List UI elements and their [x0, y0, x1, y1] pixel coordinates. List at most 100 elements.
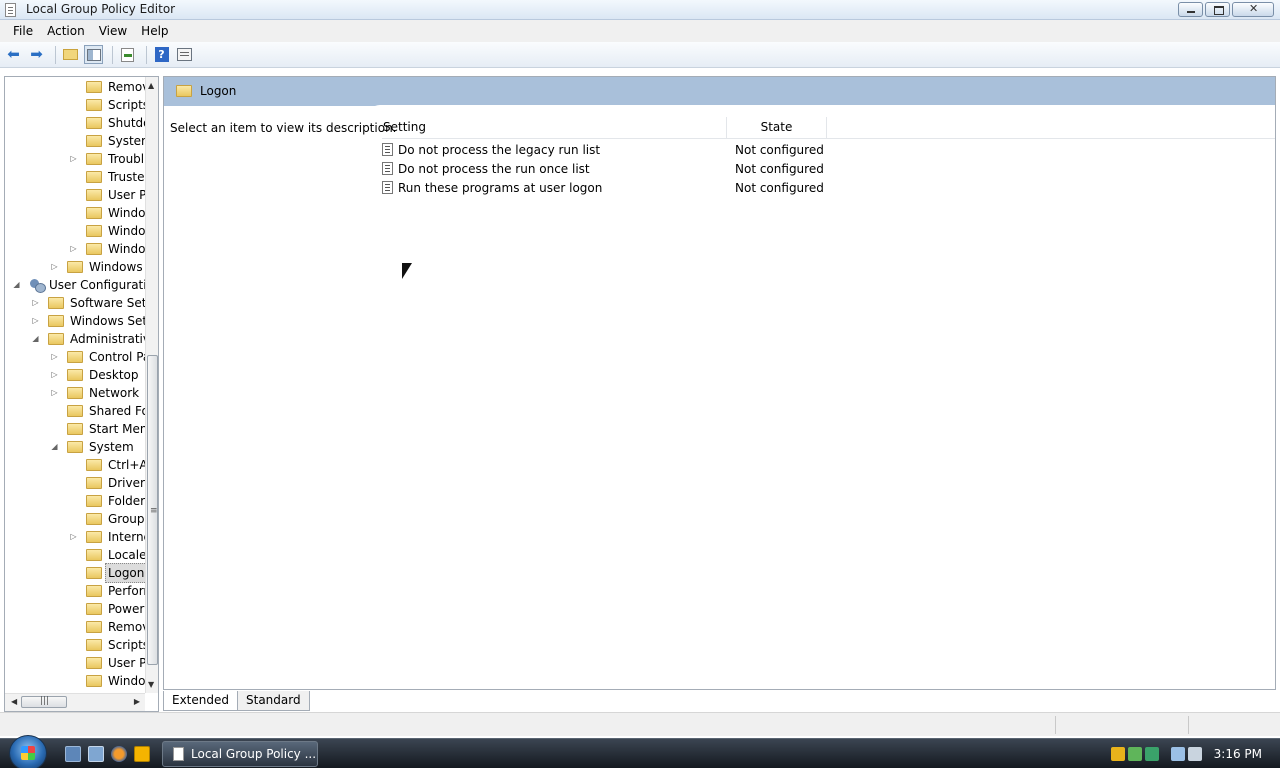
- menu-file[interactable]: File: [6, 20, 40, 42]
- close-button[interactable]: [1232, 2, 1274, 17]
- taskbar-window-label: Local Group Policy ...: [191, 747, 317, 761]
- back-button[interactable]: ⬅: [4, 45, 23, 64]
- tree-node[interactable]: ▷ Network: [51, 384, 139, 402]
- menu-view[interactable]: View: [92, 20, 134, 42]
- tree-node[interactable]: Remov: [86, 618, 145, 636]
- tree-node[interactable]: ▷ Software Setti: [32, 294, 145, 312]
- network-status-icon[interactable]: [1127, 747, 1142, 761]
- expand-arrow-icon[interactable]: ▷: [69, 532, 78, 541]
- scroll-down-arrow-icon[interactable]: ▼: [148, 680, 154, 689]
- tree-node[interactable]: Scripts: [86, 96, 145, 114]
- expand-arrow-icon[interactable]: ▷: [69, 154, 78, 163]
- properties-button[interactable]: [175, 45, 194, 64]
- display-icon[interactable]: [1170, 747, 1185, 761]
- tree-node[interactable]: Remov: [86, 78, 145, 96]
- menu-help[interactable]: Help: [134, 20, 175, 42]
- tree-node[interactable]: Driver I: [86, 474, 145, 492]
- tree-node[interactable]: Windo: [86, 222, 145, 240]
- export-list-button[interactable]: [118, 45, 137, 64]
- tree-node[interactable]: Power: [86, 600, 144, 618]
- policy-setting-icon: [382, 162, 393, 175]
- tab-standard[interactable]: Standard: [237, 691, 310, 711]
- tree-vertical-scrollbar[interactable]: ▲ ≡ ▼: [145, 77, 158, 693]
- tree-node[interactable]: Shutdo: [86, 114, 145, 132]
- tree-node[interactable]: Scripts: [86, 636, 145, 654]
- tree-node[interactable]: ◢ System: [51, 438, 133, 456]
- folder-icon: [176, 85, 192, 97]
- tree-node[interactable]: Perforn: [86, 582, 145, 600]
- expand-arrow-icon[interactable]: ▷: [50, 352, 59, 361]
- clock[interactable]: 3:16 PM: [1214, 747, 1262, 761]
- tree-node[interactable]: Windo: [86, 672, 145, 690]
- tree-node[interactable]: System: [86, 132, 145, 150]
- tree-horizontal-scrollbar[interactable]: ◀ ||| ▶: [5, 693, 145, 711]
- switch-windows-icon[interactable]: [88, 746, 104, 762]
- description-text: Select an item to view its description.: [170, 121, 397, 135]
- expand-arrow-icon[interactable]: ▷: [69, 244, 78, 253]
- taskbar: Local Group Policy ... 3:16 PM: [0, 735, 1280, 768]
- expand-arrow-icon[interactable]: ▷: [50, 370, 59, 379]
- tree-vscroll-thumb[interactable]: ≡: [147, 355, 158, 665]
- tree-node[interactable]: Logon: [86, 563, 145, 583]
- show-desktop-icon[interactable]: [65, 746, 81, 762]
- expand-arrow-icon[interactable]: ▷: [50, 388, 59, 397]
- help-button[interactable]: ?: [152, 45, 171, 64]
- tree-node[interactable]: Ctrl+A: [86, 456, 145, 474]
- expand-arrow-icon[interactable]: ▷: [31, 298, 40, 307]
- minimize-button[interactable]: [1178, 2, 1203, 17]
- tray-app-icon[interactable]: [1144, 747, 1159, 761]
- firefox-icon[interactable]: [111, 746, 127, 762]
- folder-icon: [67, 405, 83, 417]
- expand-arrow-icon[interactable]: ▷: [31, 316, 40, 325]
- volume-muted-icon[interactable]: [1187, 747, 1202, 761]
- tree-node[interactable]: Start Menu: [67, 420, 145, 438]
- menu-action[interactable]: Action: [40, 20, 92, 42]
- tree-node[interactable]: Group: [86, 510, 145, 528]
- scroll-right-arrow-icon[interactable]: ▶: [134, 697, 140, 706]
- tree-node[interactable]: ▷ Control Pa: [51, 348, 145, 366]
- show-hide-tree-button[interactable]: [84, 45, 103, 64]
- column-header-setting[interactable]: Setting: [382, 117, 727, 138]
- column-header-state[interactable]: State: [727, 117, 827, 138]
- tree-node[interactable]: ◢ User Configuratio: [13, 276, 145, 294]
- tree-node[interactable]: Shared Fol: [67, 402, 145, 420]
- expand-arrow-icon[interactable]: ▷: [50, 262, 59, 271]
- folder-icon: [86, 639, 102, 651]
- collapse-arrow-icon[interactable]: ◢: [50, 442, 59, 451]
- scroll-left-arrow-icon[interactable]: ◀: [11, 697, 17, 706]
- tree-node[interactable]: ◢ Administrative: [32, 330, 145, 348]
- tree-node[interactable]: ▷ Windo: [70, 240, 145, 258]
- tree-node[interactable]: User Pr: [86, 654, 145, 672]
- scroll-up-arrow-icon[interactable]: ▲: [148, 81, 154, 90]
- start-button[interactable]: [9, 735, 47, 768]
- folder-icon: [86, 243, 102, 255]
- taskbar-window-button[interactable]: Local Group Policy ...: [162, 741, 318, 767]
- folder-icon: [86, 459, 102, 471]
- collapse-arrow-icon[interactable]: ◢: [31, 334, 40, 343]
- forward-button[interactable]: ➡: [27, 45, 46, 64]
- tree-node[interactable]: Truste: [86, 168, 144, 186]
- tree-hscroll-thumb[interactable]: |||: [21, 696, 67, 708]
- tree-node[interactable]: User Pr: [86, 186, 145, 204]
- back-arrow-icon: ⬅: [7, 45, 20, 63]
- up-one-level-button[interactable]: [61, 45, 80, 64]
- list-item[interactable]: Run these programs at user logon Not con…: [382, 178, 1082, 197]
- collapse-arrow-icon[interactable]: ◢: [12, 280, 21, 289]
- tree-node[interactable]: ▷ Troubl: [70, 150, 144, 168]
- tab-extended[interactable]: Extended: [163, 691, 238, 711]
- list-item[interactable]: Do not process the legacy run list Not c…: [382, 140, 1082, 159]
- restore-button[interactable]: [1205, 2, 1230, 17]
- tree-node-label: Power: [108, 602, 145, 616]
- media-player-icon[interactable]: [134, 746, 150, 762]
- tree-node[interactable]: Folder: [86, 492, 145, 510]
- tree-node[interactable]: ▷ Windows Sett: [32, 312, 145, 330]
- tree-node[interactable]: ▷ Desktop: [51, 366, 138, 384]
- security-shield-icon[interactable]: [1110, 747, 1125, 761]
- tree-node[interactable]: Windo: [86, 204, 145, 222]
- title-bar: Local Group Policy Editor: [0, 0, 1280, 20]
- tree-node[interactable]: ▷ Windows: [51, 258, 142, 276]
- list-item[interactable]: Do not process the run once list Not con…: [382, 159, 1082, 178]
- tree-node[interactable]: ▷ Interne: [70, 528, 145, 546]
- status-divider: [1055, 716, 1056, 734]
- tree-node[interactable]: Locale: [86, 546, 145, 564]
